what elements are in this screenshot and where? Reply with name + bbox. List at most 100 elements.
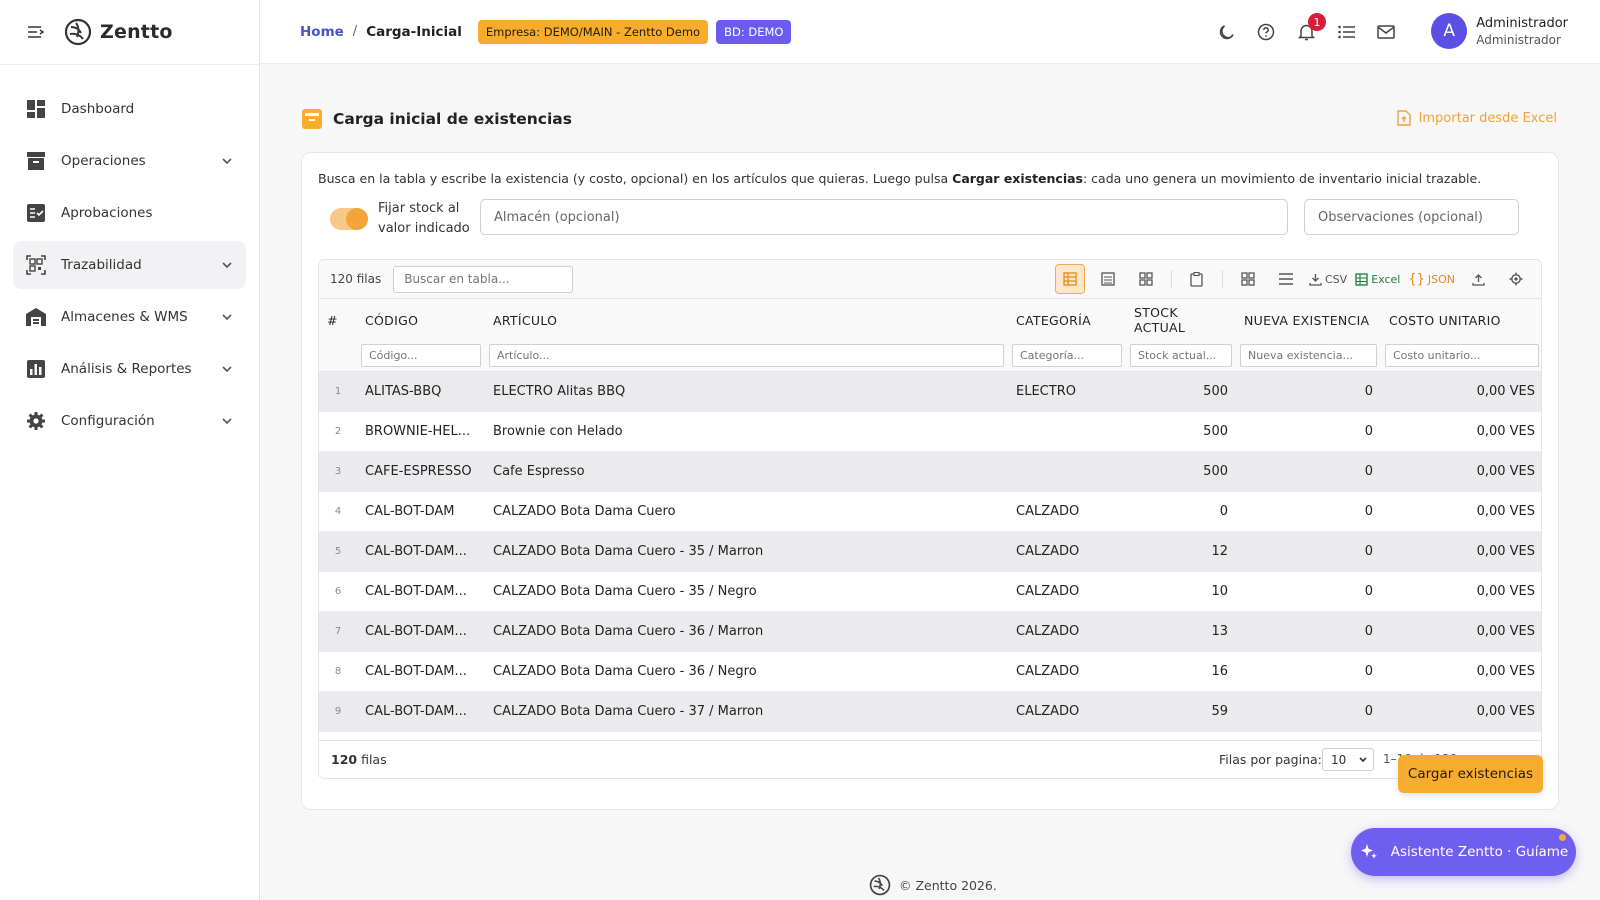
cell-costo[interactable]: 0,00 VES <box>1381 491 1541 532</box>
filter-articulo-input[interactable] <box>489 344 1004 368</box>
cell-nueva[interactable]: 0 <box>1236 491 1381 532</box>
col-header-stock[interactable]: STOCK ACTUAL <box>1126 299 1236 341</box>
cell-costo[interactable]: 0,00 VES <box>1381 651 1541 692</box>
sidebar-item-dashboard[interactable]: Dashboard <box>13 85 246 133</box>
card-view-button[interactable] <box>1131 264 1161 294</box>
cell-categoria: CALZADO <box>1008 571 1126 612</box>
cell-nueva[interactable]: 0 <box>1236 371 1381 412</box>
table-row[interactable]: 3 CAFE-ESPRESSO Cafe Espresso 500 0 0,00 VES <box>319 451 1541 492</box>
col-header-codigo[interactable]: CÓDIGO <box>357 299 485 341</box>
cell-costo[interactable]: 0,00 VES <box>1381 531 1541 572</box>
table-row[interactable]: 9 CAL-BOT-DAM... CALZADO Bota Dama Cuero -… <box>319 691 1541 732</box>
cell-nueva[interactable]: 0 <box>1236 531 1381 572</box>
cell-stock: 16 <box>1126 651 1236 692</box>
cell-articulo: CALZADO Bota Dama Cuero - 36 / Negro <box>485 651 1008 692</box>
sidebar-item-label: Aprobaciones <box>61 205 153 221</box>
archive-icon <box>26 151 46 171</box>
help-icon[interactable] <box>1256 22 1276 42</box>
filter-costo-input[interactable] <box>1385 344 1539 368</box>
export-csv-button[interactable]: CSV <box>1309 264 1347 294</box>
user-menu[interactable]: A Administrador Administrador <box>1431 13 1568 49</box>
clipboard-button[interactable] <box>1182 264 1212 294</box>
density-button[interactable] <box>1271 264 1301 294</box>
list-icon[interactable] <box>1336 22 1356 42</box>
col-header-costo[interactable]: COSTO UNITARIO <box>1381 299 1541 341</box>
cell-num: 4 <box>319 491 357 532</box>
collapse-menu-icon[interactable] <box>26 24 46 40</box>
cell-costo[interactable]: 0,00 VES <box>1381 611 1541 652</box>
table-row[interactable]: 4 CAL-BOT-DAM CALZADO Bota Dama Cuero CALZA… <box>319 491 1541 532</box>
breadcrumb-home[interactable]: Home <box>300 24 344 40</box>
cell-codigo: CAL-BOT-DAM... <box>357 691 485 732</box>
grid-settings-button[interactable] <box>1501 264 1531 294</box>
cell-costo[interactable]: 0,00 VES <box>1381 691 1541 732</box>
sidebar-item-aprobaciones[interactable]: Aprobaciones <box>13 189 246 237</box>
table-row[interactable]: 8 CAL-BOT-DAM... CALZADO Bota Dama Cuero -… <box>319 651 1541 692</box>
chevron-down-icon <box>222 158 232 165</box>
sidebar-item-configuracion[interactable]: Configuración <box>13 397 246 445</box>
export-excel-button[interactable]: Excel <box>1355 264 1400 294</box>
dark-mode-icon[interactable] <box>1216 22 1236 42</box>
upload-button[interactable] <box>1463 264 1493 294</box>
cell-nueva[interactable]: 0 <box>1236 411 1381 452</box>
cell-articulo: CALZADO Bota Dama Cuero - 35 / Negro <box>485 571 1008 612</box>
breadcrumb-separator: / <box>352 24 358 39</box>
cell-costo[interactable]: 0,00 VES <box>1381 411 1541 452</box>
import-excel-label: Importar desde Excel <box>1418 110 1557 126</box>
cell-stock: 12 <box>1126 531 1236 572</box>
cell-articulo: CALZADO Bota Dama Cuero - 36 / Marron <box>485 611 1008 652</box>
cell-stock: 500 <box>1126 451 1236 492</box>
list-view-button[interactable] <box>1093 264 1123 294</box>
notifications-icon[interactable]: 1 <box>1296 13 1326 42</box>
cell-categoria: CALZADO <box>1008 491 1126 532</box>
export-excel-label: Excel <box>1371 272 1401 286</box>
cargar-existencias-button[interactable]: Cargar existencias <box>1398 755 1543 793</box>
table-row[interactable]: 2 BROWNIE-HEL... Brownie con Helado 500 0 0,0… <box>319 411 1541 452</box>
mail-icon[interactable] <box>1376 22 1396 42</box>
table-row[interactable]: 6 CAL-BOT-DAM... CALZADO Bota Dama Cuero -… <box>319 571 1541 612</box>
columns-icon <box>1241 272 1255 286</box>
col-header-categoria[interactable]: CATEGORÍA <box>1008 299 1126 341</box>
table-view-icon <box>1063 272 1077 286</box>
brand-logo[interactable]: Zentto <box>64 18 173 46</box>
observaciones-input[interactable] <box>1304 199 1519 235</box>
cell-costo[interactable]: 0,00 VES <box>1381 371 1541 412</box>
import-excel-button[interactable]: Importar desde Excel <box>1396 110 1557 126</box>
cell-num: 3 <box>319 451 357 492</box>
cell-nueva[interactable]: 0 <box>1236 651 1381 692</box>
toolbar-divider <box>1221 270 1223 288</box>
col-header-nueva[interactable]: NUEVA EXISTENCIA <box>1236 299 1381 341</box>
table-row[interactable]: 7 CAL-BOT-DAM... CALZADO Bota Dama Cuero -… <box>319 611 1541 652</box>
filter-codigo-input[interactable] <box>361 344 481 368</box>
assistant-label: Asistente Zentto · Guíame <box>1390 844 1569 860</box>
sidebar-item-almacenes[interactable]: Almacenes & WMS <box>13 293 246 341</box>
almacen-input[interactable] <box>480 199 1288 235</box>
table-row[interactable]: 5 CAL-BOT-DAM... CALZADO Bota Dama Cuero -… <box>319 531 1541 572</box>
cell-costo[interactable]: 0,00 VES <box>1381 571 1541 612</box>
filter-categoria-input[interactable] <box>1012 344 1122 368</box>
per-page-select[interactable]: 10 <box>1322 748 1374 771</box>
cell-costo[interactable]: 0,00 VES <box>1381 451 1541 492</box>
sidebar-item-operaciones[interactable]: Operaciones <box>13 137 246 185</box>
filter-cell <box>1008 341 1126 372</box>
assistant-button[interactable]: Asistente Zentto · Guíame <box>1351 828 1576 876</box>
cell-nueva[interactable]: 0 <box>1236 571 1381 612</box>
table-search-input[interactable] <box>393 265 574 293</box>
cell-nueva[interactable]: 0 <box>1236 691 1381 732</box>
filter-nueva-input[interactable] <box>1240 344 1377 368</box>
columns-button[interactable] <box>1233 264 1263 294</box>
brand-name: Zentto <box>100 21 173 43</box>
table-row[interactable]: 1 ALITAS-BBQ ELECTRO Alitas BBQ ELECTRO 500 0… <box>319 371 1541 412</box>
col-header-articulo[interactable]: ARTÍCULO <box>485 299 1008 341</box>
fijar-stock-toggle[interactable] <box>330 208 368 230</box>
cell-categoria <box>1008 451 1126 492</box>
sidebar-item-trazabilidad[interactable]: Trazabilidad <box>13 241 246 289</box>
table-view-button[interactable] <box>1054 264 1085 294</box>
cell-nueva[interactable]: 0 <box>1236 451 1381 492</box>
warehouse-icon <box>26 307 46 327</box>
cell-stock: 13 <box>1126 611 1236 652</box>
export-json-button[interactable]: {} JSON <box>1408 264 1455 294</box>
filter-stock-input[interactable] <box>1130 344 1232 368</box>
sidebar-item-analisis[interactable]: Análisis & Reportes <box>13 345 246 393</box>
cell-nueva[interactable]: 0 <box>1236 611 1381 652</box>
